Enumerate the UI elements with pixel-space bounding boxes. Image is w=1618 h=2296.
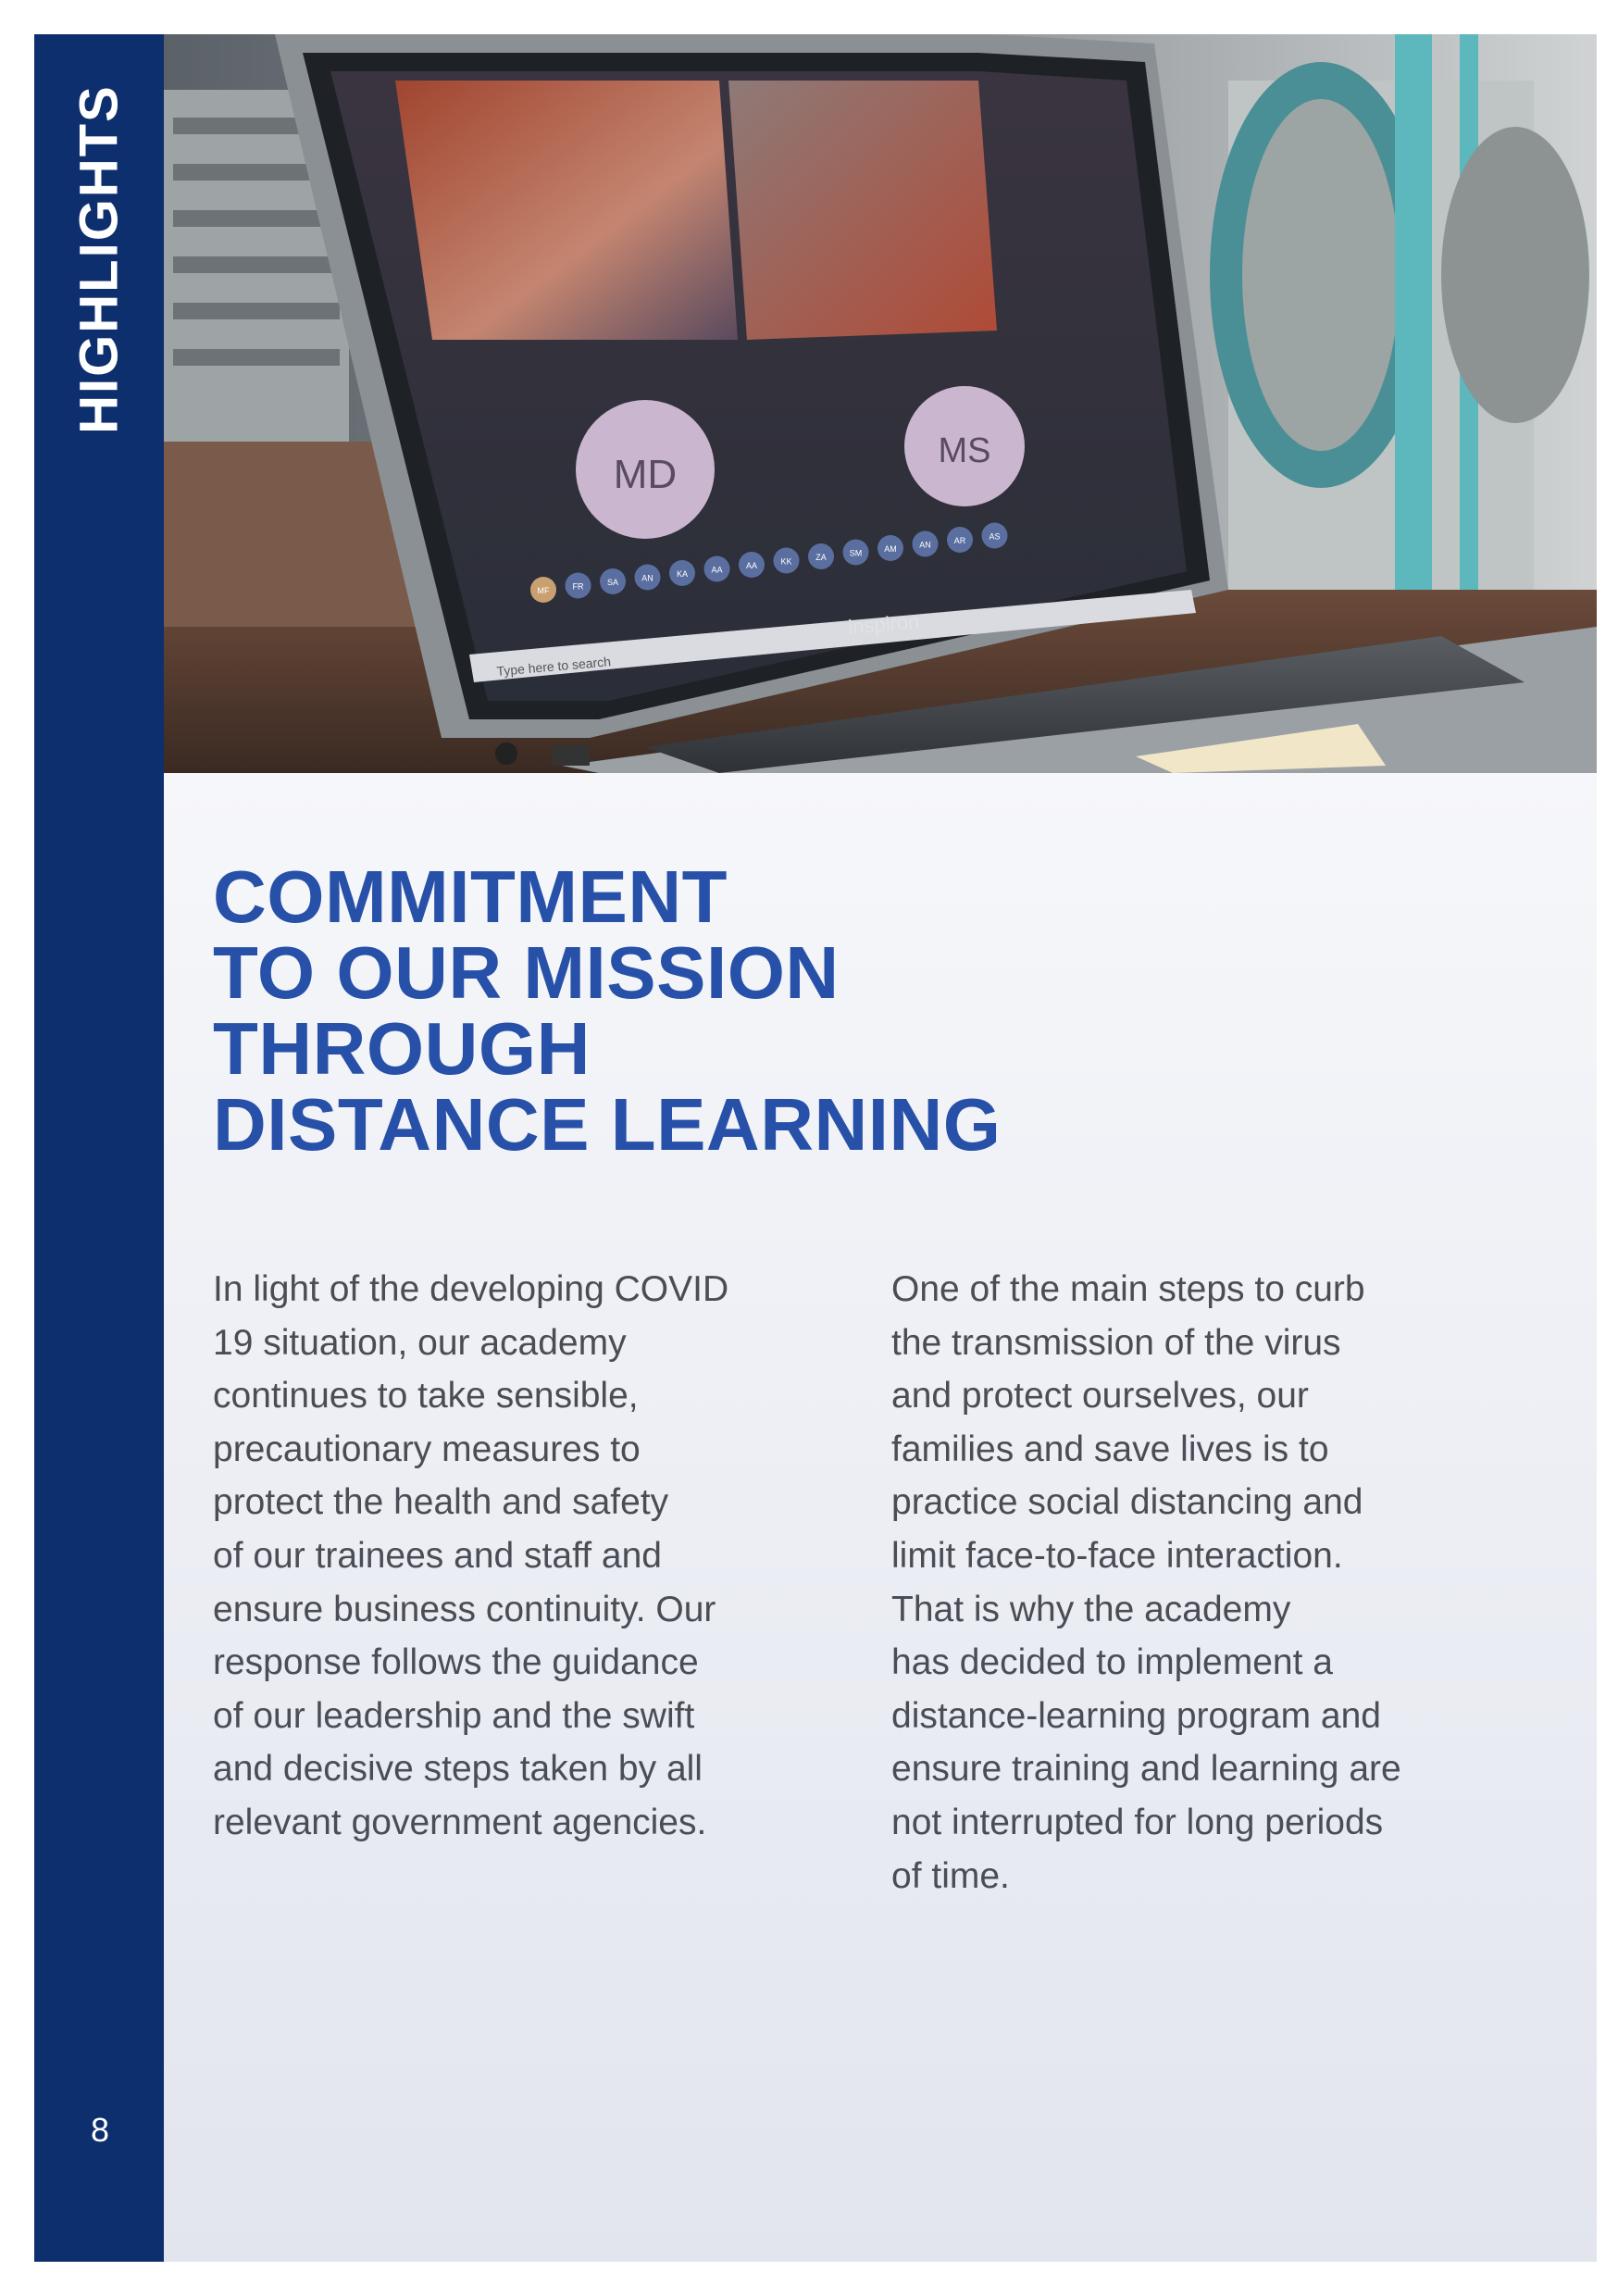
body-line: families and save lives is to (891, 1429, 1329, 1469)
body-column-right: One of the main steps to curb the transm… (891, 1263, 1401, 1903)
body-line: limit face-to-face interaction. (891, 1535, 1343, 1576)
participant-bubble-label: AM (884, 544, 897, 554)
participant-bubble-label: MF (538, 586, 550, 595)
body-line: relevant government agencies. (213, 1802, 707, 1842)
body-line: 19 situation, our academy (213, 1322, 627, 1363)
headline-line: TO OUR MISSION (213, 931, 840, 1014)
page-headline: COMMITMENT TO OUR MISSION THROUGH DISTAN… (213, 859, 1001, 1163)
headline-line: COMMITMENT (213, 855, 728, 938)
participant-bubble-label: ZA (815, 553, 827, 562)
body-line: and decisive steps taken by all (213, 1749, 703, 1790)
body-line: of our trainees and staff and (213, 1535, 662, 1576)
body-line: practice social distancing and (891, 1482, 1363, 1523)
headline-line: DISTANCE LEARNING (213, 1083, 1002, 1166)
body-line: That is why the academy (891, 1589, 1291, 1629)
body-line: continues to take sensible, (213, 1376, 639, 1416)
body-line: of our leadership and the swift (213, 1695, 695, 1736)
body-line: distance-learning program and (891, 1695, 1381, 1736)
avatar-md-initials: MD (614, 452, 677, 497)
body-line: ensure training and learning are (891, 1749, 1401, 1790)
body-line: One of the main steps to curb (891, 1269, 1365, 1309)
participant-bubble-label: SA (607, 578, 618, 587)
headline-line: THROUGH (213, 1007, 591, 1090)
participant-bubble-label: KK (780, 557, 791, 567)
body-line: ensure business continuity. Our (213, 1589, 716, 1629)
body-line: In light of the developing COVID (213, 1269, 729, 1309)
participant-bubble-label: AS (989, 532, 1000, 542)
body-column-left: In light of the developing COVID 19 situ… (213, 1263, 728, 1850)
participant-bubble-label: SM (850, 549, 863, 558)
body-line: protect the health and safety (213, 1482, 669, 1523)
hero-photo: MD MS MF FR SA AN KA AA AA KK ZA SM AM AN AR AS Type … (164, 34, 1597, 773)
participant-bubble-label: AA (711, 566, 722, 575)
participant-bubble-label: AA (746, 561, 757, 570)
participant-bubble-label: AN (919, 541, 931, 550)
page-number: 8 (90, 2111, 110, 2149)
body-line: and protect ourselves, our (891, 1376, 1309, 1416)
avatar-ms-initials: MS (939, 431, 991, 470)
participant-bubble-label: AR (954, 536, 966, 545)
body-line: not interrupted for long periods (891, 1802, 1384, 1842)
participant-bubble-label: AN (641, 574, 653, 583)
body-line: response follows the guidance (213, 1642, 699, 1683)
participant-bubble-label: FR (573, 582, 584, 592)
body-line: the transmission of the virus (891, 1322, 1341, 1363)
body-line: has decided to implement a (891, 1642, 1333, 1683)
participant-bubble-label: KA (677, 569, 688, 579)
body-line: precautionary measures to (213, 1429, 641, 1469)
section-title: HIGHLIGHTS (68, 84, 130, 434)
body-line: of time. (891, 1855, 1010, 1896)
